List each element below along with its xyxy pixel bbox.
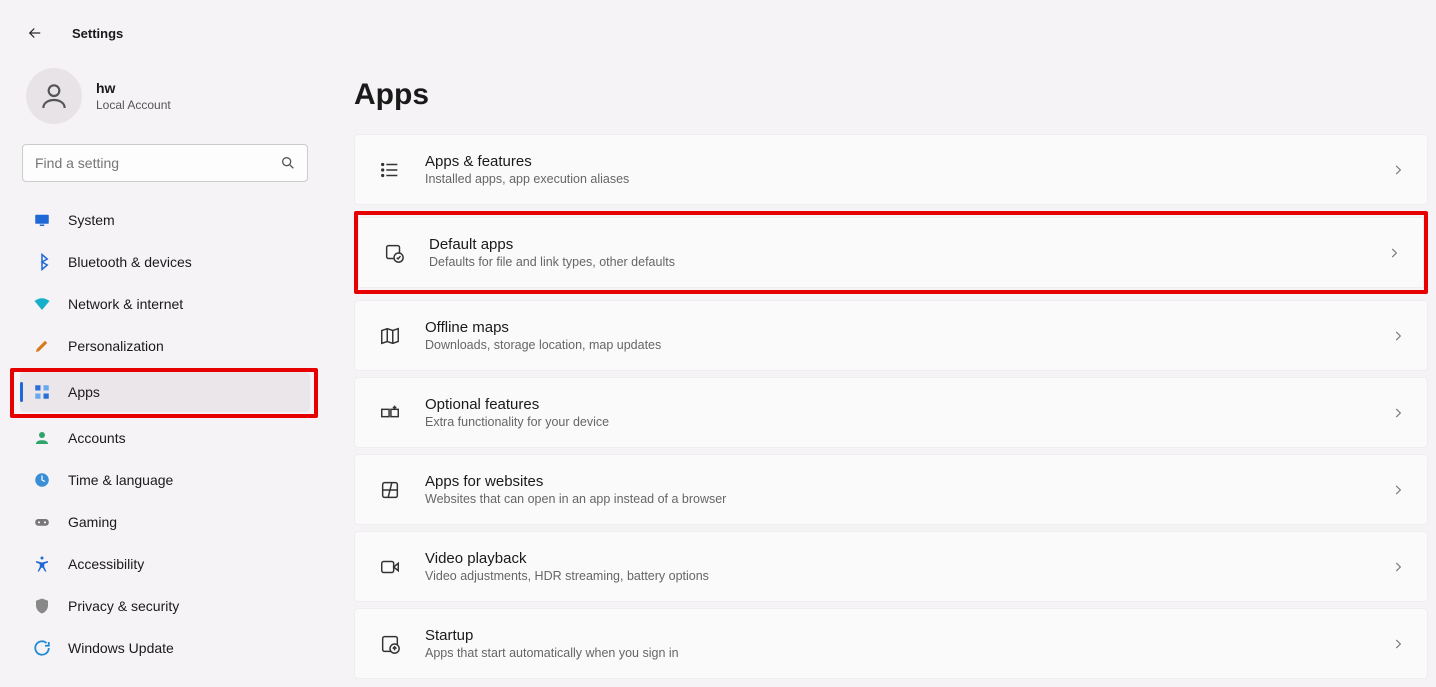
card-default-apps[interactable]: Default apps Defaults for file and link … — [358, 217, 1424, 288]
window-title: Settings — [72, 26, 123, 41]
sidebar-item-apps[interactable]: Apps — [20, 372, 310, 412]
default-apps-icon — [381, 240, 407, 266]
sidebar-item-label: Accounts — [68, 430, 126, 446]
video-icon — [377, 554, 403, 580]
sidebar-item-label: Gaming — [68, 514, 117, 530]
card-title: Apps & features — [425, 153, 1369, 170]
card-apps-for-websites[interactable]: Apps for websites Websites that can open… — [354, 454, 1428, 525]
chevron-right-icon — [1391, 483, 1405, 497]
chevron-right-icon — [1391, 406, 1405, 420]
card-startup[interactable]: Startup Apps that start automatically wh… — [354, 608, 1428, 679]
card-title: Optional features — [425, 396, 1369, 413]
bluetooth-icon — [32, 252, 52, 272]
gamepad-icon — [32, 512, 52, 532]
user-subtitle: Local Account — [96, 98, 171, 112]
user-name: hw — [96, 80, 171, 96]
sidebar-item-label: Privacy & security — [68, 598, 179, 614]
paintbrush-icon — [32, 336, 52, 356]
card-title: Apps for websites — [425, 473, 1369, 490]
apps-websites-icon — [377, 477, 403, 503]
card-subtitle: Downloads, storage location, map updates — [425, 338, 1369, 352]
sidebar-item-label: Personalization — [68, 338, 164, 354]
card-optional-features[interactable]: Optional features Extra functionality fo… — [354, 377, 1428, 448]
sidebar-item-system[interactable]: System — [20, 200, 310, 240]
sidebar-item-time-language[interactable]: Time & language — [20, 460, 310, 500]
sidebar-item-label: Bluetooth & devices — [68, 254, 192, 270]
globe-clock-icon — [32, 470, 52, 490]
sidebar-item-gaming[interactable]: Gaming — [20, 502, 310, 542]
sidebar-item-label: Accessibility — [68, 556, 144, 572]
startup-icon — [377, 631, 403, 657]
update-icon — [32, 638, 52, 658]
card-title: Startup — [425, 627, 1369, 644]
search-icon — [280, 155, 296, 171]
sidebar-item-bluetooth[interactable]: Bluetooth & devices — [20, 242, 310, 282]
chevron-right-icon — [1391, 637, 1405, 651]
sidebar-item-label: Windows Update — [68, 640, 174, 656]
monitor-icon — [32, 210, 52, 230]
card-apps-features[interactable]: Apps & features Installed apps, app exec… — [354, 134, 1428, 205]
user-block[interactable]: hw Local Account — [20, 62, 310, 144]
card-subtitle: Video adjustments, HDR streaming, batter… — [425, 569, 1369, 583]
card-subtitle: Installed apps, app execution aliases — [425, 172, 1369, 186]
card-subtitle: Defaults for file and link types, other … — [429, 255, 1365, 269]
chevron-right-icon — [1391, 329, 1405, 343]
avatar — [26, 68, 82, 124]
sidebar-item-label: Time & language — [68, 472, 173, 488]
highlight-box-sidebar: Apps — [10, 368, 318, 418]
apps-icon — [32, 382, 52, 402]
map-icon — [377, 323, 403, 349]
sidebar: hw Local Account System Bluetooth & devi… — [0, 62, 320, 685]
optional-features-icon — [377, 400, 403, 426]
shield-icon — [32, 596, 52, 616]
list-icon — [377, 157, 403, 183]
chevron-right-icon — [1387, 246, 1401, 260]
sidebar-item-label: Network & internet — [68, 296, 183, 312]
person-icon — [38, 80, 70, 112]
person-circle-icon — [32, 428, 52, 448]
main-content: Apps Apps & features Installed apps, app… — [320, 62, 1436, 685]
sidebar-item-accessibility[interactable]: Accessibility — [20, 544, 310, 584]
sidebar-item-windows-update[interactable]: Windows Update — [20, 628, 310, 668]
back-button[interactable] — [18, 16, 52, 50]
search-input[interactable] — [22, 144, 308, 182]
wifi-icon — [32, 294, 52, 314]
sidebar-item-label: System — [68, 212, 115, 228]
card-subtitle: Websites that can open in an app instead… — [425, 492, 1369, 506]
card-video-playback[interactable]: Video playback Video adjustments, HDR st… — [354, 531, 1428, 602]
card-subtitle: Apps that start automatically when you s… — [425, 646, 1369, 660]
search-box — [22, 144, 308, 182]
chevron-right-icon — [1391, 163, 1405, 177]
sidebar-item-personalization[interactable]: Personalization — [20, 326, 310, 366]
card-subtitle: Extra functionality for your device — [425, 415, 1369, 429]
arrow-left-icon — [26, 24, 44, 42]
accessibility-icon — [32, 554, 52, 574]
chevron-right-icon — [1391, 560, 1405, 574]
card-title: Offline maps — [425, 319, 1369, 336]
sidebar-item-accounts[interactable]: Accounts — [20, 418, 310, 458]
card-title: Video playback — [425, 550, 1369, 567]
sidebar-item-network[interactable]: Network & internet — [20, 284, 310, 324]
card-offline-maps[interactable]: Offline maps Downloads, storage location… — [354, 300, 1428, 371]
sidebar-item-label: Apps — [68, 384, 100, 400]
sidebar-item-privacy[interactable]: Privacy & security — [20, 586, 310, 626]
highlight-box-main: Default apps Defaults for file and link … — [354, 211, 1428, 294]
page-title: Apps — [354, 78, 1428, 112]
card-title: Default apps — [429, 236, 1365, 253]
